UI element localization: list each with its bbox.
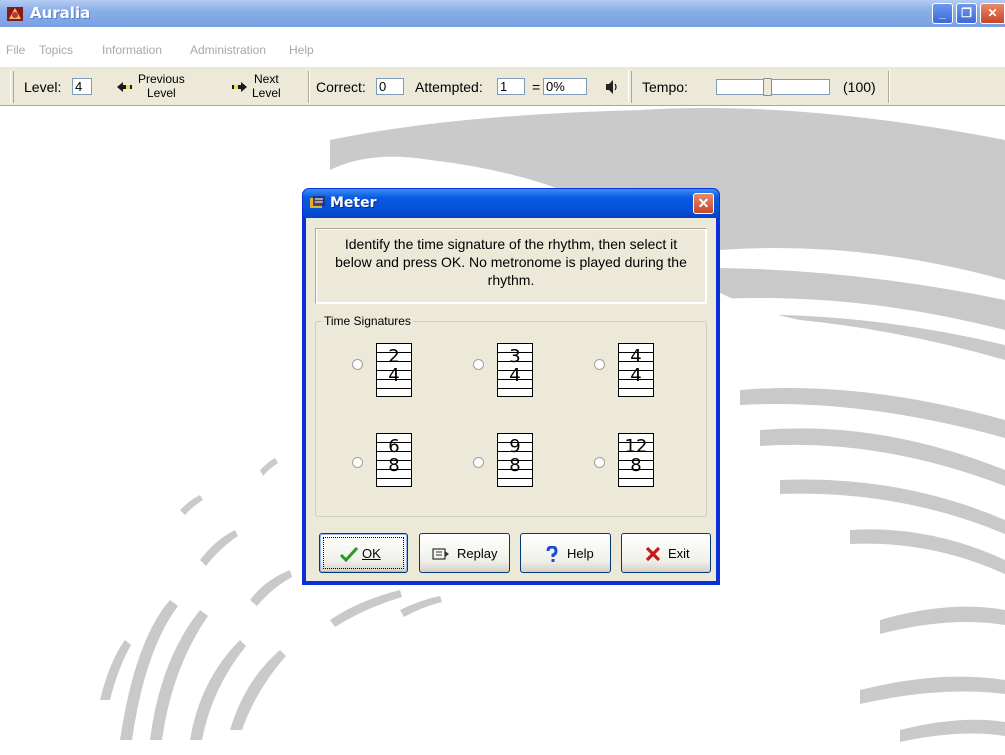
toolbar-separator-end bbox=[888, 71, 890, 103]
equals-sign: = bbox=[532, 79, 541, 95]
radio-9-8[interactable] bbox=[473, 457, 484, 468]
tsig-bottom: 8 bbox=[388, 455, 400, 476]
speaker-icon[interactable] bbox=[604, 79, 618, 95]
next-line1: Next bbox=[254, 72, 279, 86]
ok-button[interactable]: OK bbox=[319, 533, 408, 573]
attempted-label: Attempted: bbox=[415, 79, 483, 95]
toolbar-grip[interactable] bbox=[10, 71, 14, 103]
replay-label: Replay bbox=[457, 546, 498, 561]
exit-x-icon bbox=[645, 546, 661, 562]
attempted-field: 1 bbox=[497, 78, 525, 95]
radio-6-8[interactable] bbox=[352, 457, 363, 468]
meter-dialog: Meter ✕ Identify the time signature of t… bbox=[302, 188, 720, 585]
tsig-top: 12 bbox=[624, 436, 648, 457]
time-signature-3-4[interactable]: 3 4 bbox=[497, 343, 533, 397]
previous-line1: Previous bbox=[138, 72, 185, 86]
time-signature-2-4[interactable]: 2 4 bbox=[376, 343, 412, 397]
time-signatures-group: Time Signatures 2 4 3 4 4 4 6 8 9 8 12 8 bbox=[315, 314, 707, 517]
menu-information[interactable]: Information bbox=[102, 43, 162, 57]
exit-label: Exit bbox=[668, 546, 690, 561]
tempo-value: (100) bbox=[843, 79, 876, 95]
time-signature-12-8[interactable]: 12 8 bbox=[618, 433, 654, 487]
radio-3-4[interactable] bbox=[473, 359, 484, 370]
percent-field: 0% bbox=[543, 78, 587, 95]
instructions-text: Identify the time signature of the rhyth… bbox=[315, 228, 707, 304]
next-level-button[interactable]: Next Level bbox=[230, 71, 290, 103]
time-signatures-label: Time Signatures bbox=[322, 314, 413, 328]
replay-icon bbox=[432, 548, 449, 560]
tsig-top: 6 bbox=[388, 436, 400, 457]
time-signature-6-8[interactable]: 6 8 bbox=[376, 433, 412, 487]
menu-topics[interactable]: Topics bbox=[39, 43, 73, 57]
app-title-bar[interactable]: Auralia _ ❐ ✕ bbox=[0, 0, 1005, 27]
previous-level-label: Previous Level bbox=[138, 72, 185, 100]
app-title: Auralia bbox=[30, 4, 91, 22]
close-icon: ✕ bbox=[697, 195, 710, 211]
help-label: Help bbox=[567, 546, 594, 561]
tempo-label: Tempo: bbox=[642, 79, 688, 95]
radio-12-8[interactable] bbox=[594, 457, 605, 468]
level-field[interactable]: 4 bbox=[72, 78, 92, 95]
dialog-body: Identify the time signature of the rhyth… bbox=[306, 218, 716, 581]
next-line2: Level bbox=[252, 86, 281, 100]
close-button[interactable]: ✕ bbox=[980, 3, 1005, 24]
meter-dialog-icon bbox=[310, 196, 325, 208]
help-button[interactable]: Help bbox=[520, 533, 611, 573]
tsig-bottom: 4 bbox=[630, 365, 642, 386]
close-icon: ✕ bbox=[987, 6, 998, 20]
toolbar-separator bbox=[308, 71, 310, 103]
tsig-bottom: 8 bbox=[630, 455, 642, 476]
tsig-top: 9 bbox=[509, 436, 521, 457]
exit-button[interactable]: Exit bbox=[621, 533, 711, 573]
previous-level-button[interactable]: Previous Level bbox=[116, 71, 196, 103]
auralia-app-icon bbox=[7, 7, 23, 21]
toolbar: Level: 4 Previous Level Next Level Corre… bbox=[0, 66, 1005, 106]
tsig-top: 4 bbox=[630, 346, 642, 367]
toolbar-grip-2[interactable] bbox=[628, 71, 632, 103]
time-signature-4-4[interactable]: 4 4 bbox=[618, 343, 654, 397]
minimize-button[interactable]: _ bbox=[932, 3, 953, 24]
tsig-bottom: 8 bbox=[509, 455, 521, 476]
dialog-title: Meter bbox=[330, 195, 377, 211]
previous-line2: Level bbox=[147, 86, 176, 100]
radio-2-4[interactable] bbox=[352, 359, 363, 370]
menu-administration[interactable]: Administration bbox=[190, 43, 266, 57]
hand-right-icon bbox=[232, 82, 247, 92]
radio-4-4[interactable] bbox=[594, 359, 605, 370]
level-label: Level: bbox=[24, 79, 62, 95]
correct-field: 0 bbox=[376, 78, 404, 95]
correct-label: Correct: bbox=[316, 79, 366, 95]
tsig-top: 3 bbox=[509, 346, 521, 367]
restore-button[interactable]: ❐ bbox=[956, 3, 977, 24]
time-signature-9-8[interactable]: 9 8 bbox=[497, 433, 533, 487]
tempo-slider[interactable] bbox=[716, 78, 830, 96]
replay-button[interactable]: Replay bbox=[419, 533, 510, 573]
dialog-title-bar[interactable]: Meter ✕ bbox=[303, 189, 719, 218]
tsig-bottom: 4 bbox=[509, 365, 521, 386]
tempo-slider-thumb[interactable] bbox=[763, 78, 772, 96]
tsig-bottom: 4 bbox=[388, 365, 400, 386]
dialog-close-button[interactable]: ✕ bbox=[693, 193, 714, 214]
hand-left-icon bbox=[117, 82, 132, 92]
next-level-label: Next Level bbox=[252, 72, 281, 100]
menu-file[interactable]: File bbox=[6, 43, 25, 57]
menu-bar: File Topics Information Administration H… bbox=[0, 40, 1005, 62]
question-mark-icon bbox=[546, 546, 558, 562]
checkmark-icon bbox=[340, 546, 358, 562]
restore-icon: ❐ bbox=[961, 6, 972, 20]
minimize-icon: _ bbox=[939, 6, 946, 20]
ok-label: OK bbox=[362, 546, 381, 561]
tsig-top: 2 bbox=[388, 346, 400, 367]
menu-help[interactable]: Help bbox=[289, 43, 314, 57]
